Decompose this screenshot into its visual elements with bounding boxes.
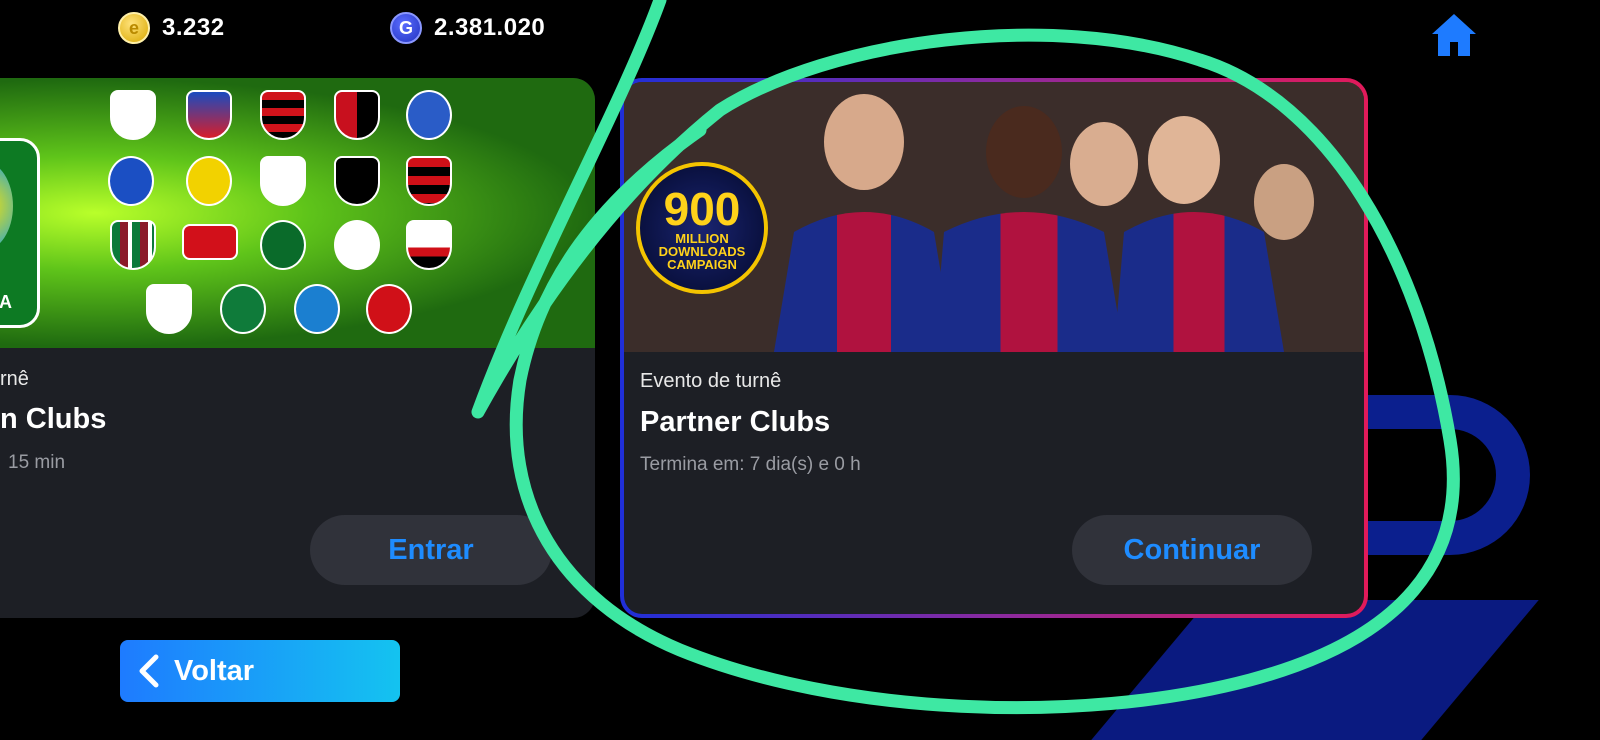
background-logo-shape	[1091, 600, 1539, 740]
club-crest-icon	[334, 156, 380, 206]
club-crest-icon	[406, 156, 452, 206]
campaign-badge: 900 MILLION DOWNLOADS CAMPAIGN	[636, 162, 768, 294]
club-crest-icon	[182, 224, 238, 260]
back-button[interactable]: Voltar	[120, 640, 400, 702]
club-crest-icon	[406, 90, 452, 140]
event-type-label: rnê	[0, 368, 29, 390]
club-crest-icon	[110, 220, 156, 270]
back-button-label: Voltar	[174, 654, 255, 687]
club-crest-icon	[366, 284, 412, 334]
gold-coin-icon: e	[118, 12, 150, 44]
gp-display: G 2.381.020	[390, 12, 545, 44]
club-crest-icon	[260, 90, 306, 140]
event-title: n Clubs	[0, 403, 107, 435]
club-crest-icon	[334, 90, 380, 140]
enter-button[interactable]: Entrar	[310, 515, 552, 585]
continue-button[interactable]: Continuar	[1072, 515, 1312, 585]
gp-coin-icon: G	[390, 12, 422, 44]
event-card-brazilian-clubs[interactable]: IRA rnê n Clubs 15 min Entrar	[0, 78, 595, 618]
coins-value: 3.232	[162, 14, 225, 41]
club-crest-icon	[294, 284, 340, 334]
campaign-number: 900	[663, 182, 741, 235]
club-crest-icon	[334, 220, 380, 270]
club-crest-icon	[186, 156, 232, 206]
campaign-text: MILLION DOWNLOADS CAMPAIGN	[658, 230, 746, 272]
club-crest-icon	[260, 220, 306, 270]
club-crest-icon	[146, 284, 192, 334]
chevron-left-icon	[139, 654, 159, 688]
event-time-remaining: 15 min	[8, 452, 66, 473]
club-crest-icon	[110, 90, 156, 140]
club-crest-icon	[406, 220, 452, 270]
league-logo-text: IRA	[0, 292, 12, 312]
gp-value: 2.381.020	[434, 14, 546, 41]
event-title: Partner Clubs	[640, 406, 831, 438]
event-card-partner-clubs[interactable]: 900 MILLION DOWNLOADS CAMPAIGN Evento de…	[620, 78, 1368, 618]
event-time-remaining: Termina em: 7 dia(s) e 0 h	[640, 454, 861, 475]
partner-clubs-banner: 900 MILLION DOWNLOADS CAMPAIGN	[624, 82, 1364, 352]
club-crest-icon	[108, 156, 154, 206]
home-button[interactable]	[1430, 12, 1478, 58]
home-icon	[1432, 14, 1476, 56]
ball-icon	[0, 161, 13, 251]
club-crest-icon	[220, 284, 266, 334]
club-crest-icon	[186, 90, 232, 140]
brazilian-clubs-banner: IRA	[0, 78, 595, 348]
event-type-label: Evento de turnê	[640, 370, 782, 392]
league-logo: IRA	[0, 138, 40, 328]
club-crest-icon	[260, 156, 306, 206]
coins-display: e 3.232	[118, 12, 225, 44]
